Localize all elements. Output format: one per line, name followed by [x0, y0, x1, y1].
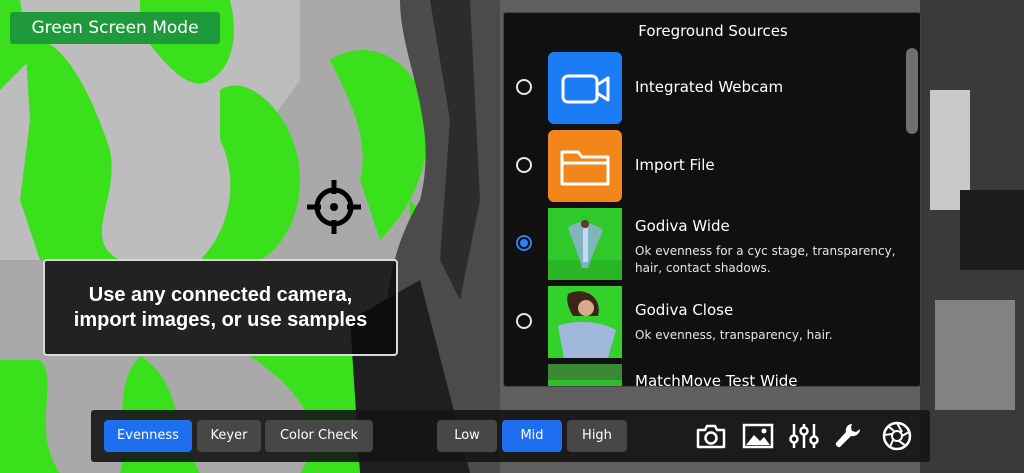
- thumbnail-image: [548, 208, 622, 280]
- panel-scrollbar[interactable]: [906, 48, 918, 134]
- mode-tab-keyer[interactable]: Keyer: [197, 420, 261, 452]
- source-item-import-file[interactable]: Import File: [504, 129, 908, 203]
- source-radio[interactable]: [516, 157, 532, 173]
- mode-tab-evenness[interactable]: Evenness: [104, 420, 192, 452]
- level-button-high[interactable]: High: [567, 420, 627, 452]
- image-icon[interactable]: [742, 421, 774, 451]
- info-card-line-2: import images, or use samples: [73, 308, 368, 331]
- aperture-icon[interactable]: [881, 421, 913, 451]
- source-thumb-image: [548, 286, 622, 358]
- source-item-godiva-close[interactable]: Godiva Close Ok evenness, transparency, …: [504, 285, 908, 359]
- wrench-icon[interactable]: [833, 421, 865, 451]
- source-title: Godiva Wide: [635, 217, 730, 235]
- info-card-line-1: Use any connected camera,: [88, 283, 353, 306]
- thumbnail-image: [548, 286, 622, 358]
- source-thumb: [548, 52, 622, 124]
- source-radio-selected[interactable]: [516, 235, 532, 251]
- foreground-sources-panel: Foreground Sources Integrated Webcam Imp…: [503, 12, 921, 387]
- mode-tab-color-check[interactable]: Color Check: [265, 420, 373, 452]
- source-description: Ok evenness for a cyc stage, transparenc…: [635, 244, 896, 275]
- mode-badge: Green Screen Mode: [10, 12, 220, 44]
- source-thumb-image: [548, 208, 622, 280]
- bottom-toolbar: Evenness Keyer Color Check Low Mid High: [91, 410, 930, 462]
- source-item-integrated-webcam[interactable]: Integrated Webcam: [504, 51, 908, 125]
- source-title: MatchMove Test Wide: [635, 372, 798, 387]
- video-camera-icon: [561, 74, 610, 104]
- thumbnail-image: [548, 364, 622, 386]
- source-list[interactable]: Integrated Webcam Import File Godiva Wid…: [504, 51, 908, 387]
- source-description: Ok evenness, transparency, hair.: [635, 328, 833, 342]
- camera-icon[interactable]: [695, 421, 727, 451]
- source-thumb: [548, 130, 622, 202]
- source-title: Integrated Webcam: [635, 78, 784, 96]
- sliders-icon[interactable]: [788, 421, 820, 451]
- source-item-godiva-wide[interactable]: Godiva Wide Ok evenness for a cyc stage,…: [504, 207, 908, 281]
- level-button-mid[interactable]: Mid: [502, 420, 562, 452]
- source-title: Godiva Close: [635, 301, 734, 319]
- folder-icon: [560, 150, 610, 186]
- source-thumb-image: [548, 364, 622, 386]
- source-radio[interactable]: [516, 313, 532, 329]
- source-item-matchmove-test-wide[interactable]: MatchMove Test Wide: [504, 363, 908, 387]
- source-radio[interactable]: [516, 79, 532, 95]
- panel-title: Foreground Sources: [638, 22, 788, 40]
- level-button-low[interactable]: Low: [437, 420, 497, 452]
- source-title: Import File: [635, 156, 715, 174]
- info-card: Use any connected camera, import images,…: [43, 259, 398, 356]
- crosshair-icon[interactable]: [305, 178, 363, 236]
